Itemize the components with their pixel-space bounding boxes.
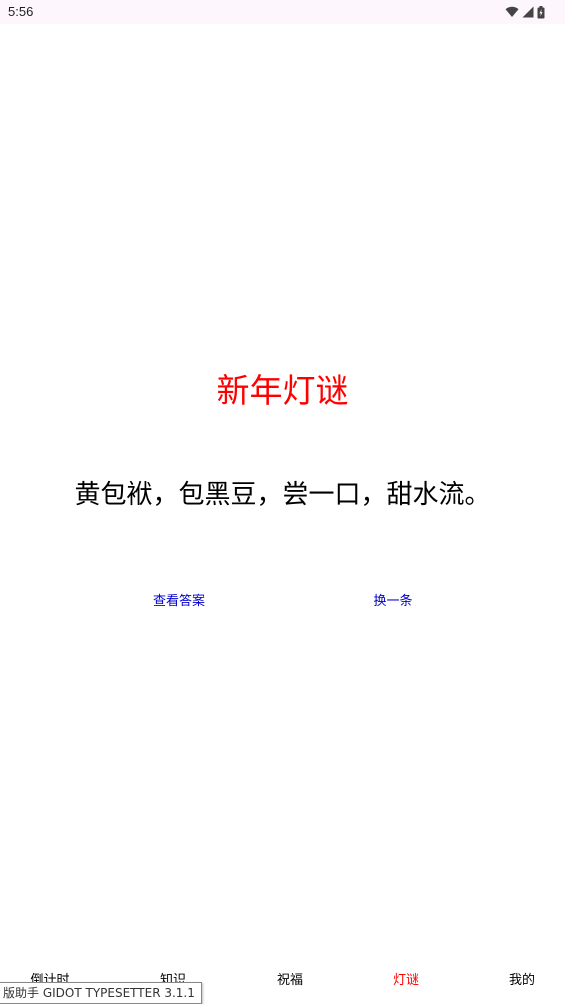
tab-label: 我的 — [508, 973, 535, 988]
battery-icon — [537, 5, 545, 19]
riddle-title: 新年灯谜 — [216, 371, 349, 410]
signal-icon — [522, 6, 534, 18]
show-answer-button[interactable]: 查看答案 — [130, 590, 228, 614]
tab-blessings[interactable]: 祝福 — [245, 966, 335, 996]
wifi-icon — [505, 6, 519, 18]
tab-mine[interactable]: 我的 — [477, 966, 565, 996]
next-riddle-button[interactable]: 换一条 — [344, 590, 442, 614]
status-time: 5:56 — [8, 4, 34, 19]
status-bar: 5:56 — [0, 0, 565, 24]
typesetter-watermark: 版助手 GIDOT TYPESETTER 3.1.1 — [0, 982, 202, 1004]
tab-riddles[interactable]: 灯谜 — [361, 966, 451, 996]
riddle-question: 黄包袱，包黑豆，尝一口，甜水流。 — [74, 480, 491, 510]
tab-label: 祝福 — [276, 973, 303, 988]
app-screen: 5:56 新年灯谜 黄包袱，包黑豆，尝一口，甜水流。 查看答案 换一条 倒计时 … — [0, 0, 565, 1004]
tab-label: 灯谜 — [392, 973, 419, 988]
status-icons — [505, 4, 545, 20]
